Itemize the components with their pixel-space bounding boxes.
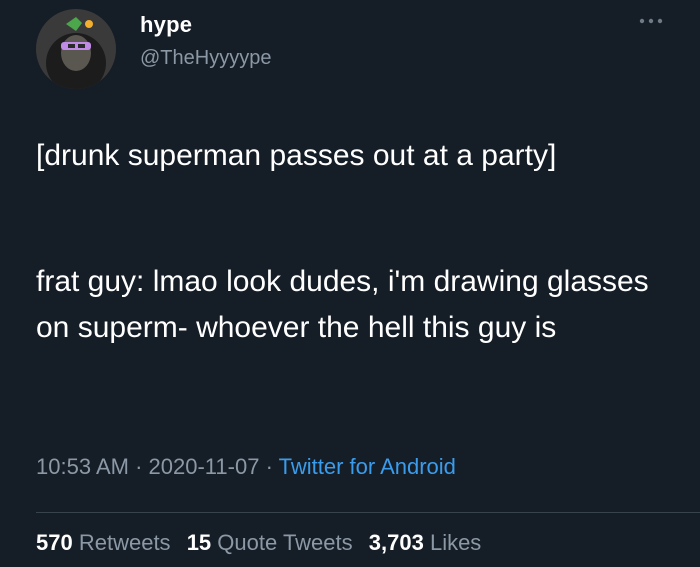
tweet-card: hype @TheHyyyype [drunk superman passes … xyxy=(0,0,700,567)
retweets-stat[interactable]: 570 Retweets xyxy=(36,530,171,555)
more-options-icon[interactable] xyxy=(638,16,664,26)
separator: · xyxy=(265,454,273,479)
username-handle[interactable]: @TheHyyyype xyxy=(140,47,271,70)
quote-tweets-count: 15 xyxy=(186,530,212,555)
likes-label: Likes xyxy=(429,530,482,555)
likes-stat[interactable]: 3,703 Likes xyxy=(369,530,482,555)
likes-count: 3,703 xyxy=(368,530,424,555)
separator: · xyxy=(135,454,143,479)
retweets-count: 570 xyxy=(36,530,73,555)
tweet-time[interactable]: 10:53 AM xyxy=(36,454,129,479)
tweet-text-line-1: [drunk superman passes out at a party] xyxy=(36,139,557,172)
avatar-image xyxy=(36,9,116,89)
tweet-metadata: 10:53 AM · 2020-11-07 · Twitter for Andr… xyxy=(36,454,456,480)
avatar[interactable] xyxy=(36,9,116,89)
quote-tweets-stat[interactable]: 15 Quote Tweets xyxy=(187,530,353,555)
display-name[interactable]: hype xyxy=(140,12,192,38)
retweets-label: Retweets xyxy=(78,530,171,555)
quote-tweets-label: Quote Tweets xyxy=(217,530,353,555)
tweet-text-line-2: frat guy: lmao look dudes, i'm drawing g… xyxy=(36,265,658,344)
engagement-stats: 570 Retweets 15 Quote Tweets 3,703 Likes xyxy=(36,530,481,556)
tweet-date[interactable]: 2020-11-07 xyxy=(149,454,260,479)
tweet-source-link[interactable]: Twitter for Android xyxy=(279,454,456,479)
divider xyxy=(36,512,700,513)
